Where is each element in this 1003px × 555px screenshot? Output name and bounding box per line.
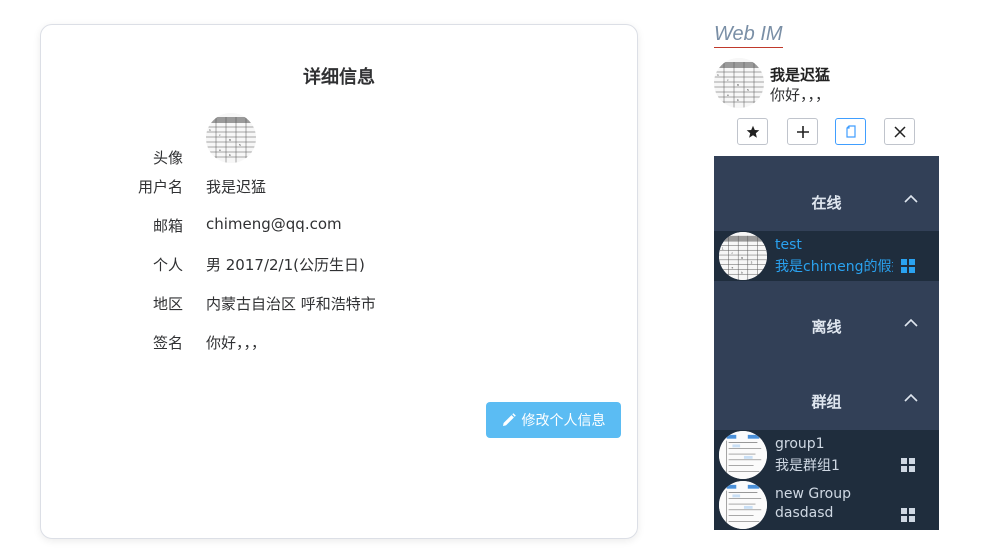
field-value: 我是迟猛 — [206, 178, 267, 196]
contact-signature: 我是chimeng的假好友 — [775, 259, 893, 275]
grid-icon — [901, 508, 915, 522]
field-value: chimeng@qq.com — [206, 215, 342, 233]
favorites-button[interactable] — [737, 118, 768, 145]
group-item[interactable]: group1 我是群组1 — [714, 430, 939, 480]
field-email: 邮箱 chimeng@qq.com — [41, 215, 637, 239]
group-item[interactable]: new Group dasdasd — [714, 480, 939, 530]
edit-profile-label: 修改个人信息 — [521, 412, 606, 428]
chevron-up-icon — [904, 318, 918, 327]
field-label: 邮箱 — [152, 217, 183, 235]
field-label: 用户名 — [137, 178, 183, 196]
field-signature: 签名 你好，，， — [41, 332, 637, 356]
field-label: 头像 — [152, 149, 183, 167]
plus-icon — [796, 125, 809, 138]
field-label: 个人 — [152, 256, 183, 274]
contact-avatar — [719, 232, 767, 280]
copy-icon — [845, 124, 856, 138]
field-region: 地区 内蒙古自治区 呼和浩特市 — [41, 293, 637, 317]
contact-list: 在线 test 我是chimeng的假好友 离线 群组 group1 — [714, 156, 939, 530]
group-item-name: group1 — [775, 436, 825, 452]
contact-name: test — [775, 237, 802, 253]
my-signature: 你好，，， — [770, 86, 831, 104]
pencil-icon — [502, 413, 516, 426]
group-item-description: 我是群组1 — [775, 458, 840, 474]
close-icon — [893, 125, 906, 138]
page-title: 详细信息 — [303, 67, 375, 88]
group-item-name: new Group — [775, 486, 852, 502]
copy-button[interactable] — [835, 118, 866, 145]
add-button[interactable] — [787, 118, 818, 145]
grid-icon — [901, 458, 915, 472]
field-value: 男 2017/2/1(公历生日) — [206, 256, 365, 274]
field-value: 内蒙古自治区 呼和浩特市 — [206, 295, 376, 313]
contact-item[interactable]: test 我是chimeng的假好友 — [714, 231, 939, 281]
grid-icon — [901, 259, 915, 273]
group-header-offline[interactable]: 离线 — [714, 302, 939, 352]
field-username: 用户名 我是迟猛 — [41, 176, 637, 200]
group-header-online[interactable]: 在线 — [714, 178, 939, 228]
star-icon — [746, 125, 759, 138]
field-personal: 个人 男 2017/2/1(公历生日) — [41, 254, 637, 278]
group-item-description: dasdasd — [775, 505, 834, 521]
chevron-up-icon — [904, 393, 918, 402]
user-avatar[interactable] — [206, 113, 256, 163]
field-label: 签名 — [152, 334, 183, 352]
chevron-up-icon — [904, 194, 918, 203]
edit-profile-button[interactable]: 修改个人信息 — [486, 402, 621, 438]
app-title: Web IM — [714, 22, 783, 48]
group-header-groups[interactable]: 群组 — [714, 377, 939, 427]
close-button[interactable] — [884, 118, 915, 145]
my-name: 我是迟猛 — [770, 66, 831, 84]
group-avatar — [719, 431, 767, 479]
detail-card: 详细信息 头像 用户名 我是迟猛 邮箱 chimeng@qq.com 个人 男 … — [40, 24, 638, 539]
field-label: 地区 — [152, 295, 183, 313]
my-avatar[interactable] — [714, 58, 764, 108]
field-value: 你好，，， — [206, 334, 267, 352]
group-avatar — [719, 481, 767, 529]
field-avatar: 头像 — [41, 113, 637, 167]
